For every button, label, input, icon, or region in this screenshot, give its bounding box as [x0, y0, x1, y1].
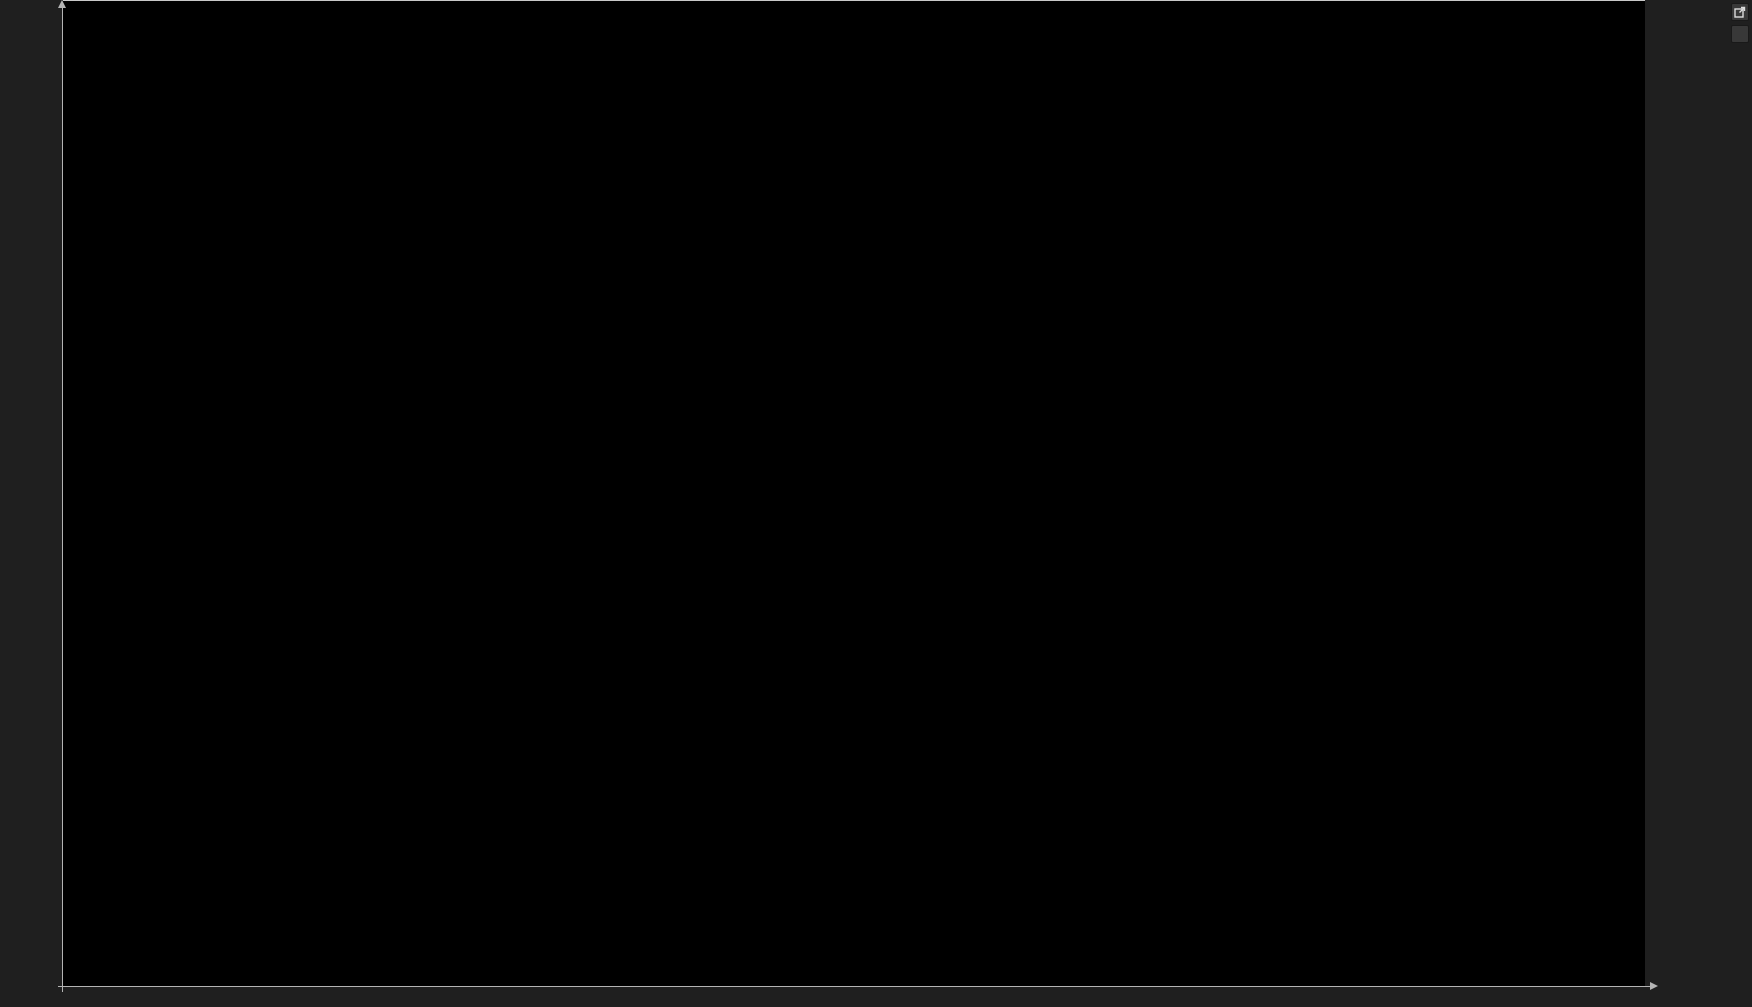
info-button[interactable]	[1731, 25, 1749, 43]
db-colorbar	[1696, 13, 1711, 986]
spectrogram-window	[0, 0, 1752, 1007]
time-axis-line	[58, 986, 1652, 987]
open-external-button[interactable]	[1731, 3, 1749, 21]
freq-axis-arrow-icon	[58, 0, 66, 8]
time-axis-arrow-icon	[1650, 982, 1658, 990]
spectrogram-canvas	[63, 0, 1645, 986]
cutoff-frequency-line	[63, 0, 1645, 1]
open-external-icon	[1734, 6, 1746, 18]
freq-axis-line	[62, 6, 63, 992]
